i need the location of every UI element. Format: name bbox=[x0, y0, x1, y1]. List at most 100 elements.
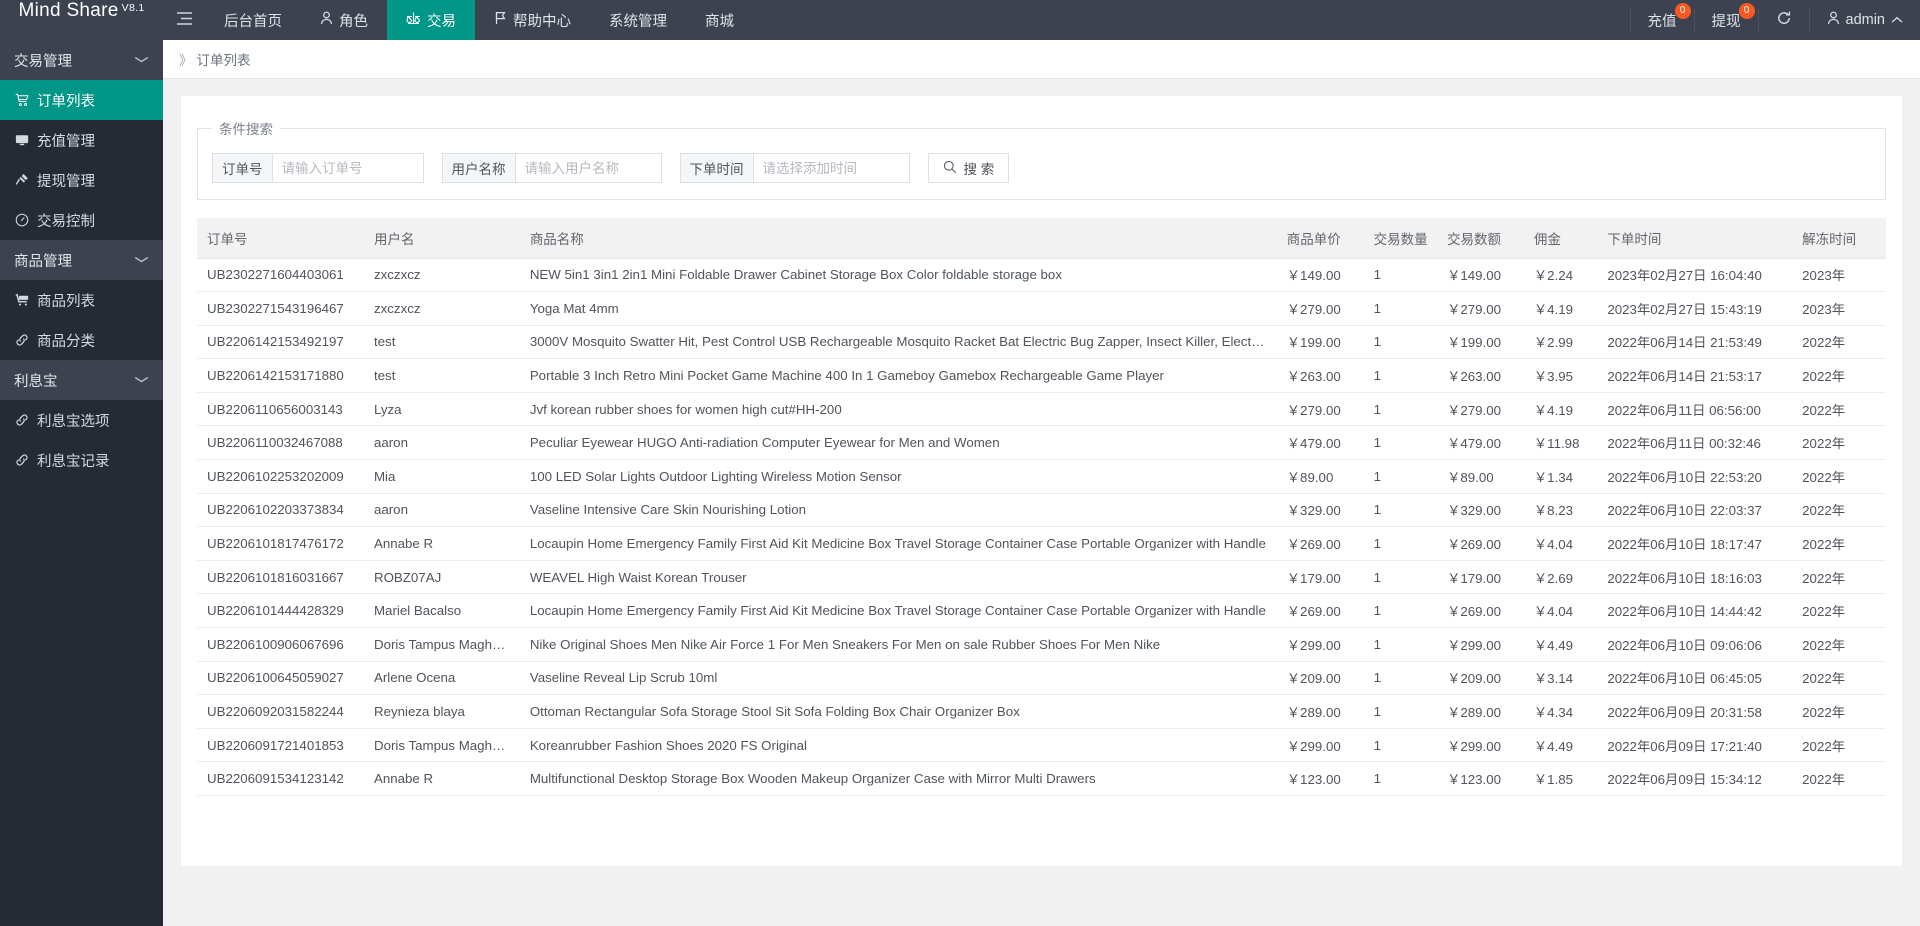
col-order-no[interactable]: 订单号 bbox=[197, 218, 364, 259]
cell-order-time: 2023年02月27日 16:04:40 bbox=[1597, 258, 1793, 293]
order-time-input[interactable] bbox=[753, 154, 909, 182]
sidebar: 交易管理 订单列表 充值管理 提现管理 交易控制 商品管理 商品列表 商品分类 … bbox=[0, 40, 163, 926]
table-row[interactable]: UB2206101816031667 ROBZ07AJ WEAVEL High Wa… bbox=[197, 560, 1886, 595]
table-row[interactable]: UB2206091534123142 Annabe R Multifunctiona… bbox=[197, 761, 1886, 796]
cell-commission: ￥3.95 bbox=[1523, 358, 1598, 393]
cell-quantity: 1 bbox=[1363, 526, 1438, 561]
orders-table-wrapper[interactable]: 订单号 用户名 商品名称 商品单价 交易数量 交易数额 佣金 下单时间 解冻时间… bbox=[197, 218, 1886, 796]
table-row[interactable]: UB2302271543196467 zxczxcz Yoga Mat 4mm ￥27… bbox=[197, 291, 1886, 326]
nav-item-label: 交易 bbox=[427, 13, 456, 30]
table-row[interactable]: UB2206091721401853 Doris Tampus Maghanoy K… bbox=[197, 728, 1886, 763]
col-order-time[interactable]: 下单时间 bbox=[1597, 218, 1793, 259]
col-commission[interactable]: 佣金 bbox=[1523, 218, 1598, 259]
cell-user-name: Annabe R bbox=[363, 526, 520, 561]
table-row[interactable]: UB2206102203373834 aaron Vaseline Intensiv… bbox=[197, 493, 1886, 528]
sidebar-group-product-manage[interactable]: 商品管理 bbox=[0, 240, 163, 280]
col-unfreeze-time[interactable]: 解冻时间 bbox=[1792, 218, 1886, 259]
nav-item-label: 角色 bbox=[339, 13, 368, 30]
nav-withdraw-button[interactable]: 提现 0 bbox=[1695, 0, 1758, 40]
sidebar-item-order-list[interactable]: 订单列表 bbox=[0, 80, 163, 120]
nav-item-label: 商城 bbox=[705, 13, 734, 30]
cell-commission: ￥4.04 bbox=[1523, 526, 1598, 561]
cell-unit-price: ￥329.00 bbox=[1276, 493, 1364, 528]
cell-unit-price: ￥89.00 bbox=[1276, 459, 1364, 494]
cell-quantity: 1 bbox=[1363, 258, 1438, 293]
table-row[interactable]: UB2206102253202009 Mia 100 LED Solar Light… bbox=[197, 459, 1886, 494]
nav-item-system-manage[interactable]: 系统管理 bbox=[590, 0, 686, 40]
nav-item-label: 帮助中心 bbox=[513, 13, 571, 30]
cell-unfreeze-time: 2022年 bbox=[1792, 661, 1886, 696]
cell-order-no: UB2206110656003143 bbox=[197, 392, 364, 427]
table-row[interactable]: UB2206092031582244 Reynieza blaya Ottoman … bbox=[197, 694, 1886, 729]
nav-item-home[interactable]: 后台首页 bbox=[205, 0, 301, 40]
table-row[interactable]: UB2206110656003143 Lyza Jvf korean rubber … bbox=[197, 392, 1886, 427]
nav-item-role[interactable]: 角色 bbox=[301, 0, 387, 40]
sidebar-item-trade-control[interactable]: 交易控制 bbox=[0, 200, 163, 240]
col-quantity[interactable]: 交易数量 bbox=[1363, 218, 1438, 259]
sidebar-item-product-category[interactable]: 商品分类 bbox=[0, 320, 163, 360]
nav-item-trade[interactable]: 交易 bbox=[387, 0, 475, 40]
order-no-input[interactable] bbox=[272, 154, 423, 182]
nav-withdraw-label: 提现 bbox=[1711, 13, 1741, 30]
cell-product-name: Peculiar Eyewear HUGO Anti-radiation Com… bbox=[519, 425, 1277, 461]
table-row[interactable]: UB2302271604403061 zxczxcz NEW 5in1 3in1 2… bbox=[197, 258, 1886, 293]
cell-order-no: UB2302271543196467 bbox=[197, 291, 364, 326]
cell-amount: ￥329.00 bbox=[1437, 493, 1524, 528]
cell-order-no: UB2206102253202009 bbox=[197, 459, 364, 494]
col-unit-price[interactable]: 商品单价 bbox=[1276, 218, 1364, 259]
cell-product-name: Nike Original Shoes Men Nike Air Force 1… bbox=[519, 627, 1277, 662]
table-row[interactable]: UB2206142153492197 test 3000V Mosquito Swa… bbox=[197, 325, 1886, 360]
chevron-up-icon bbox=[1891, 12, 1903, 28]
table-row[interactable]: UB2206101817476172 Annabe R Locaupin Home … bbox=[197, 526, 1886, 561]
table-row[interactable]: UB2206110032467088 aaron Peculiar Eyewear … bbox=[197, 425, 1886, 461]
cell-commission: ￥3.14 bbox=[1523, 661, 1598, 696]
cell-order-no: UB2206102203373834 bbox=[197, 493, 364, 528]
cell-amount: ￥279.00 bbox=[1437, 392, 1524, 427]
sidebar-item-interest-options[interactable]: 利息宝选项 bbox=[0, 400, 163, 440]
orders-table-head: 订单号 用户名 商品名称 商品单价 交易数量 交易数额 佣金 下单时间 解冻时间 bbox=[197, 218, 1886, 259]
nav-recharge-button[interactable]: 充值 0 bbox=[1631, 0, 1694, 40]
nav-item-label: 系统管理 bbox=[609, 13, 667, 30]
cell-amount: ￥279.00 bbox=[1437, 291, 1524, 326]
user-name-input[interactable] bbox=[515, 154, 661, 182]
cell-order-no: UB2206092031582244 bbox=[197, 694, 364, 729]
sidebar-group-trade-manage[interactable]: 交易管理 bbox=[0, 40, 163, 80]
brand-logo[interactable]: Mind Share V8.1 bbox=[0, 0, 163, 40]
col-product-name[interactable]: 商品名称 bbox=[519, 218, 1277, 259]
cell-unfreeze-time: 2022年 bbox=[1792, 526, 1886, 561]
cell-order-time: 2022年06月10日 22:53:20 bbox=[1597, 459, 1793, 494]
cell-order-no: UB2206142153171880 bbox=[197, 358, 364, 393]
recharge-badge: 0 bbox=[1674, 3, 1691, 19]
sidebar-toggle-button[interactable] bbox=[163, 0, 205, 40]
sidebar-group-label: 交易管理 bbox=[14, 53, 72, 70]
search-button[interactable]: 搜 索 bbox=[927, 153, 1010, 183]
sidebar-group-interest-treasure[interactable]: 利息宝 bbox=[0, 360, 163, 400]
cell-user-name: test bbox=[363, 358, 520, 393]
cell-amount: ￥269.00 bbox=[1437, 526, 1524, 561]
sidebar-item-recharge-manage[interactable]: 充值管理 bbox=[0, 120, 163, 160]
nav-item-help-center[interactable]: 帮助中心 bbox=[475, 0, 590, 40]
table-row[interactable]: UB2206100906067696 Doris Tampus Maghanoy N… bbox=[197, 627, 1886, 662]
refresh-button[interactable] bbox=[1759, 0, 1809, 40]
table-row[interactable]: UB2206101444428329 Mariel Bacalso Locaupin… bbox=[197, 593, 1886, 629]
cell-user-name: Reynieza blaya bbox=[363, 694, 520, 729]
nav-item-mall[interactable]: 商城 bbox=[686, 0, 753, 40]
cell-user-name: Annabe R bbox=[363, 761, 520, 796]
table-row[interactable]: UB2206100645059027 Arlene Ocena Vaseline R… bbox=[197, 661, 1886, 696]
sidebar-item-product-list[interactable]: 商品列表 bbox=[0, 280, 163, 320]
table-row[interactable]: UB2206142153171880 test Portable 3 Inch Re… bbox=[197, 358, 1886, 393]
order-time-label: 下单时间 bbox=[680, 154, 754, 182]
search-panel: 条件搜索 订单号 用户名称 下单时间 bbox=[197, 118, 1886, 200]
col-user-name[interactable]: 用户名 bbox=[363, 218, 520, 259]
withdraw-badge: 0 bbox=[1738, 3, 1755, 19]
brand-name: Mind Share bbox=[18, 0, 119, 21]
cell-commission: ￥4.34 bbox=[1523, 694, 1598, 729]
cell-order-no: UB2206100906067696 bbox=[197, 627, 364, 662]
sidebar-item-interest-records[interactable]: 利息宝记录 bbox=[0, 440, 163, 480]
col-amount[interactable]: 交易数额 bbox=[1437, 218, 1524, 259]
sidebar-item-withdraw-manage[interactable]: 提现管理 bbox=[0, 160, 163, 200]
user-menu-button[interactable]: admin bbox=[1810, 0, 1920, 40]
cell-unit-price: ￥299.00 bbox=[1276, 728, 1364, 763]
cell-user-name: Arlene Ocena bbox=[363, 661, 520, 696]
